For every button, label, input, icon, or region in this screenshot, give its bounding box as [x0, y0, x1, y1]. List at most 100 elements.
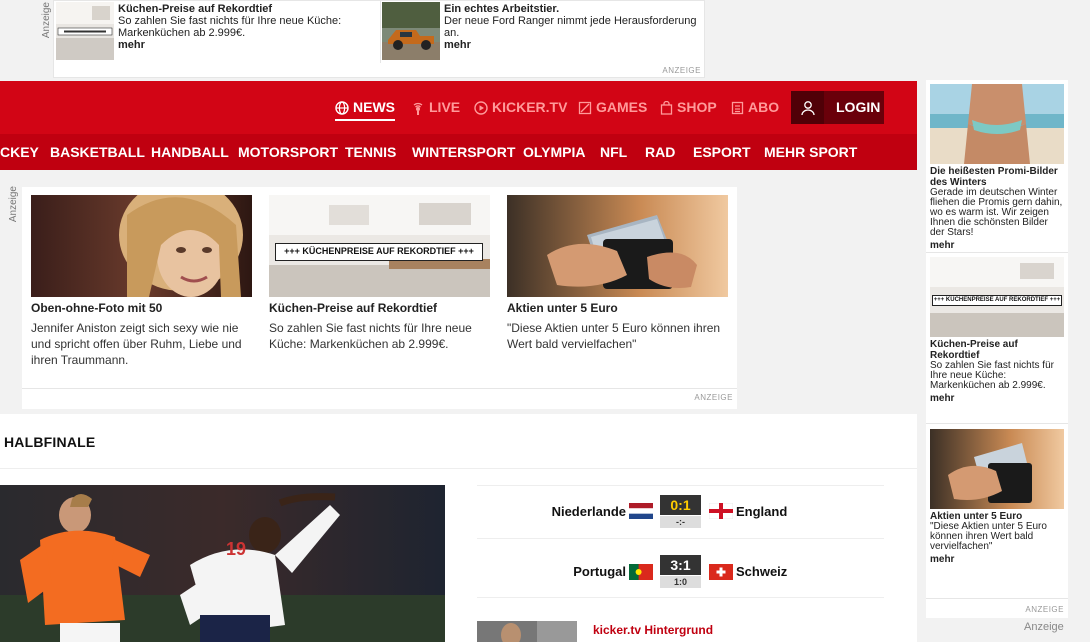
match-row[interactable]: Portugal 3:1 1:0 Schweiz [477, 538, 884, 588]
sport-item-tennis[interactable]: TENNIS [345, 134, 396, 170]
nav-label: NEWS [353, 99, 395, 115]
top-ad-strip: Küchen-Preise auf Rekordtief So zahlen S… [53, 0, 705, 78]
video-thumbnail[interactable] [477, 621, 577, 642]
sport-item-wintersport[interactable]: WINTERSPORT [412, 134, 515, 170]
wallet-image[interactable] [930, 429, 1064, 509]
top-ad-desc: So zahlen Sie fast nichts für Ihre neue … [118, 15, 342, 39]
nav-item-kickertv[interactable]: KICKER.TV [474, 81, 567, 134]
newspaper-icon [731, 101, 744, 114]
england-flag-icon [708, 502, 734, 520]
sport-item-olympia[interactable]: OLYMPIA [523, 134, 586, 170]
active-underline [335, 119, 395, 121]
halftime-score: -:- [660, 516, 701, 528]
sport-item-basketball[interactable]: BASKETBALL [50, 134, 145, 170]
portugal-flag-icon [629, 564, 653, 580]
play-icon [474, 100, 488, 115]
divider [477, 597, 884, 598]
kitchen-image[interactable]: +++ KÜCHENPREISE AUF REKORDTIEF +++ [930, 257, 1064, 337]
login-label: LOGIN [836, 99, 881, 115]
score-badge[interactable]: 0:1 [660, 495, 701, 515]
nav-item-abo[interactable]: ABO [731, 81, 779, 134]
nav-label: ABO [748, 99, 780, 115]
top-ad-more-link[interactable]: mehr [444, 39, 471, 51]
sidebar-ad-desc: "Diese Aktien unter 5 Euro können ihren … [930, 521, 1047, 552]
portrait-image[interactable] [31, 195, 252, 297]
nav-label: KICKER.TV [492, 99, 568, 115]
top-ad-more-link[interactable]: mehr [118, 39, 145, 51]
away-team[interactable]: Schweiz [736, 564, 787, 579]
ad-card-desc: So zahlen Sie fast nichts für Ihre neue … [269, 321, 472, 351]
main-nav: NEWS LIVE KICKER.TV GAMES SHOP ABO LOGIN [0, 81, 917, 134]
globe-icon [335, 100, 349, 115]
top-ad-desc: Der neue Ford Ranger nimmt jede Herausfo… [444, 15, 697, 39]
halftime-score: 1:0 [660, 576, 701, 588]
ad-card-title[interactable]: Oben-ohne-Foto mit 50 [31, 301, 252, 316]
away-team[interactable]: England [736, 504, 787, 519]
section-title: HALBFINALE [4, 434, 96, 450]
ad-label-vertical: Anzeige [41, 2, 52, 39]
sport-item-motorsport[interactable]: MOTORSPORT [238, 134, 338, 170]
ad-card-aniston[interactable]: Oben-ohne-Foto mit 50 Jennifer Aniston z… [31, 195, 252, 368]
ford-truck-thumbnail[interactable] [382, 2, 440, 60]
nav-label: GAMES [596, 99, 648, 115]
login-button[interactable]: LOGIN [791, 91, 884, 124]
sport-item-handball[interactable]: HANDBALL [151, 134, 229, 170]
ad-label: Anzeige [1024, 621, 1064, 633]
sidebar-more-link[interactable]: mehr [930, 393, 1064, 404]
score-badge[interactable]: 3:1 [660, 555, 701, 575]
bag-icon [660, 100, 673, 115]
sport-item-nfl[interactable]: NFL [600, 134, 627, 170]
netherlands-flag-icon [629, 503, 653, 519]
nav-label: SHOP [677, 99, 717, 115]
match-photo[interactable]: 19 [0, 485, 445, 642]
kitchen-thumbnail[interactable] [56, 2, 114, 60]
kicker-tv-link[interactable]: kicker.tv Hintergrund [593, 623, 713, 637]
ad-card-desc: "Diese Aktien unter 5 Euro können ihren … [507, 321, 721, 351]
sport-item-eishockey[interactable]: CKEY [0, 134, 39, 170]
sidebar-ad-desc: So zahlen Sie fast nichts für Ihre neue … [930, 360, 1054, 391]
top-ad-item-ford[interactable]: Ein echtes Arbeitstier. Der neue Ford Ra… [380, 1, 706, 63]
nav-item-news[interactable]: NEWS [335, 81, 395, 134]
sport-item-esport[interactable]: ESPORT [693, 134, 751, 170]
sidebar-ad-item[interactable]: +++ KÜCHENPREISE AUF REKORDTIEF +++ Küch… [930, 257, 1064, 404]
sidebar-ad-item[interactable]: Die heißesten Promi-Bilder des Winters G… [930, 84, 1064, 251]
divider [926, 423, 1068, 424]
svg-text:19: 19 [226, 539, 246, 559]
kitchen-banner: +++ KÜCHENPREISE AUF REKORDTIEF +++ [932, 295, 1062, 306]
home-team[interactable]: Niederlande [552, 504, 626, 519]
sport-item-mehr-sport[interactable]: MEHR SPORT [764, 134, 857, 170]
top-ad-item-kitchen[interactable]: Küchen-Preise auf Rekordtief So zahlen S… [54, 1, 380, 63]
live-icon [413, 102, 423, 115]
sidebar-more-link[interactable]: mehr [930, 240, 1064, 251]
match-row[interactable]: Niederlande 0:1 -:- England [477, 485, 884, 535]
content-ad-block: Oben-ohne-Foto mit 50 Jennifer Aniston z… [22, 187, 737, 409]
ad-footer-label: ANZEIGE [1025, 605, 1064, 614]
nav-label: LIVE [429, 99, 461, 115]
ad-footer-label: ANZEIGE [694, 393, 733, 402]
games-icon [578, 101, 592, 114]
switzerland-flag-icon [709, 564, 733, 580]
divider [22, 388, 737, 389]
ad-card-kitchen[interactable]: +++ KÜCHENPREISE AUF REKORDTIEF +++ Küch… [269, 195, 490, 352]
nav-item-live[interactable]: LIVE [411, 81, 460, 134]
divider [926, 252, 1068, 253]
sidebar-ad: Die heißesten Promi-Bilder des Winters G… [926, 80, 1068, 618]
beach-image[interactable] [930, 84, 1064, 164]
kitchen-image[interactable]: +++ KÜCHENPREISE AUF REKORDTIEF +++ [269, 195, 490, 297]
wallet-image[interactable] [507, 195, 728, 297]
divider [926, 598, 1068, 599]
nav-item-games[interactable]: GAMES [578, 81, 647, 134]
ad-card-title[interactable]: Aktien unter 5 Euro [507, 301, 728, 316]
sidebar-ad-title[interactable]: Die heißesten Promi-Bilder des Winters [930, 166, 1064, 188]
ad-card-stocks[interactable]: Aktien unter 5 Euro "Diese Aktien unter … [507, 195, 728, 352]
sidebar-more-link[interactable]: mehr [930, 554, 1064, 565]
ad-card-title[interactable]: Küchen-Preise auf Rekordtief [269, 301, 490, 316]
nav-item-shop[interactable]: SHOP [660, 81, 717, 134]
home-team[interactable]: Portugal [573, 564, 626, 579]
divider [0, 468, 917, 469]
sidebar-ad-title[interactable]: Küchen-Preise auf Rekordtief [930, 339, 1064, 361]
sport-nav: CKEY BASKETBALL HANDBALL MOTORSPORT TENN… [0, 134, 917, 170]
sidebar-ad-item[interactable]: Aktien unter 5 Euro "Diese Aktien unter … [930, 429, 1064, 565]
sport-item-rad[interactable]: RAD [645, 134, 675, 170]
ad-footer-label: ANZEIGE [662, 66, 701, 75]
